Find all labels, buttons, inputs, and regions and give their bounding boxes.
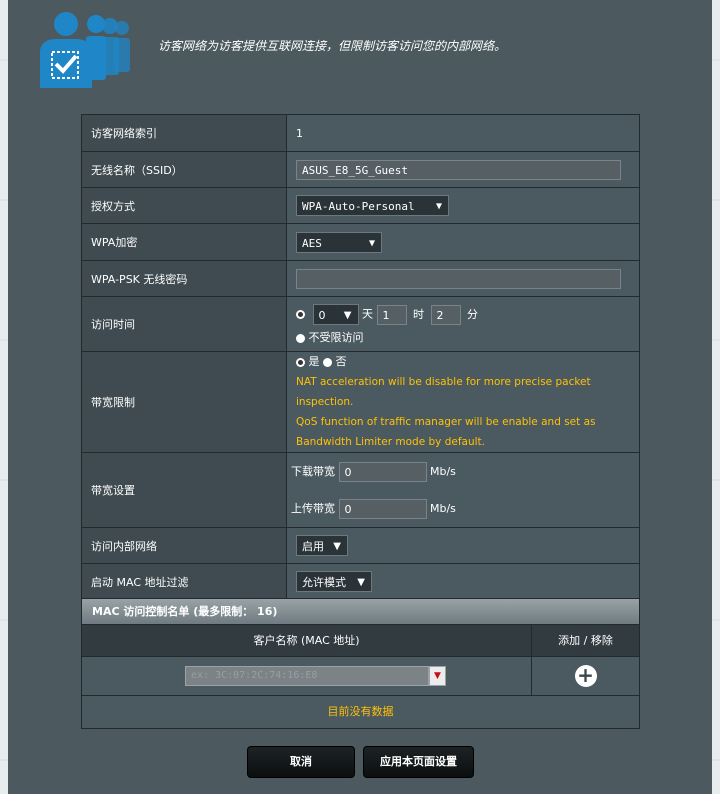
days-unit: 天 xyxy=(362,307,373,321)
chevron-down-icon: ▼ xyxy=(357,577,365,588)
timed-access-radio[interactable] xyxy=(296,310,305,319)
chevron-down-icon: ▼ xyxy=(343,310,352,321)
bandwidth-limit-label: 带宽限制 xyxy=(81,351,287,453)
minutes-unit: 分 xyxy=(467,307,478,321)
mac-list-empty-message: 目前没有数据 xyxy=(81,696,640,729)
encryption-label: WPA加密 xyxy=(81,223,287,261)
bandwidth-limit-no-radio[interactable] xyxy=(323,357,332,367)
download-label: 下载带宽 xyxy=(291,464,335,478)
index-label: 访客网络索引 xyxy=(81,114,287,152)
auth-label: 授权方式 xyxy=(81,187,287,224)
row-psk: WPA-PSK 无线密码 xyxy=(81,260,640,297)
download-bandwidth-input[interactable]: 0 xyxy=(338,461,427,482)
mac-list-title: MAC 访问控制名单 (最多限制： 16) xyxy=(81,598,640,625)
mac-list-header: 客户名称 (MAC 地址) 添加 / 移除 xyxy=(81,625,640,657)
chevron-down-icon: ▼ xyxy=(368,237,375,249)
mac-filter-label: 启动 MAC 地址过滤 xyxy=(81,563,287,600)
chevron-down-icon: ▼ xyxy=(435,201,442,212)
row-access-time: 访问时间 0 ▼ 天 1 时 2 分 不受限访问 xyxy=(81,296,640,352)
intranet-value: 启用 xyxy=(302,540,324,553)
download-unit: Mb/s xyxy=(430,464,456,478)
bandwidth-setting-label: 带宽设置 xyxy=(81,452,287,528)
upload-label: 上传带宽 xyxy=(291,501,335,515)
cancel-button[interactable]: 取消 xyxy=(247,746,355,778)
upload-bandwidth-input[interactable]: 0 xyxy=(338,498,427,519)
page-description: 访客网络为访客提供互联网连接，但限制访客访问您的内部网络。 xyxy=(158,39,507,53)
hours-input[interactable]: 1 xyxy=(376,304,407,325)
days-select[interactable]: 0 ▼ xyxy=(312,304,359,325)
add-circle-icon[interactable]: + xyxy=(574,665,597,687)
intranet-select[interactable]: 启用 ▼ xyxy=(296,535,348,556)
index-value: 1 xyxy=(286,114,640,152)
row-encryption: WPA加密 AES ▼ xyxy=(81,223,640,261)
guest-network-users-icon xyxy=(40,12,130,88)
hours-unit: 时 xyxy=(413,307,424,321)
encryption-select[interactable]: AES ▼ xyxy=(296,231,382,253)
bandwidth-limit-yes-label: 是 xyxy=(308,355,320,368)
row-auth: 授权方式 WPA-Auto-Personal ▼ xyxy=(81,187,640,224)
row-intranet: 访问内部网络 启用 ▼ xyxy=(81,527,640,564)
qos-note: QoS function of traffic manager will be … xyxy=(296,416,596,448)
row-bandwidth-setting: 带宽设置 下载带宽 0 Mb/s 上传带宽 0 Mb/s xyxy=(81,452,640,528)
minutes-input[interactable]: 2 xyxy=(430,304,461,325)
intranet-label: 访问内部网络 xyxy=(81,527,287,564)
ssid-input[interactable]: ASUS_E8_5G_Guest xyxy=(296,159,621,180)
client-column-header: 客户名称 (MAC 地址) xyxy=(82,625,532,656)
client-dropdown-button[interactable]: ▼ xyxy=(429,666,446,686)
mac-filter-select[interactable]: 允许模式 ▼ xyxy=(296,571,372,592)
psk-label: WPA-PSK 无线密码 xyxy=(81,260,287,297)
mac-input-row: ex: 3C:07:2C:74:16:E8 ▼ + xyxy=(81,657,640,696)
row-index: 访客网络索引 1 xyxy=(81,114,640,152)
days-value: 0 xyxy=(318,309,326,322)
unlimited-access-label: 不受限访问 xyxy=(308,331,364,344)
nat-acceleration-note: NAT acceleration will be disable for mor… xyxy=(296,376,591,408)
unlimited-access-radio[interactable] xyxy=(296,333,305,343)
guest-settings-table: 访客网络索引 1 无线名称（SSID） ASUS_E8_5G_Guest 授权方… xyxy=(81,114,640,600)
auth-method-select[interactable]: WPA-Auto-Personal ▼ xyxy=(296,195,449,216)
bandwidth-limit-yes-radio[interactable] xyxy=(296,357,305,367)
access-time-label: 访问时间 xyxy=(81,296,287,352)
row-ssid: 无线名称（SSID） ASUS_E8_5G_Guest xyxy=(81,151,640,188)
mac-address-input[interactable]: ex: 3C:07:2C:74:16:E8 xyxy=(185,666,429,686)
encryption-value: AES xyxy=(302,236,322,250)
row-mac-filter: 启动 MAC 地址过滤 允许模式 ▼ xyxy=(81,563,640,600)
upload-unit: Mb/s xyxy=(430,501,456,515)
apply-button[interactable]: 应用本页面设置 xyxy=(363,746,474,778)
auth-method-value: WPA-Auto-Personal xyxy=(302,200,415,213)
psk-input[interactable] xyxy=(296,268,621,289)
mac-access-list: MAC 访问控制名单 (最多限制： 16) 客户名称 (MAC 地址) 添加 /… xyxy=(81,598,640,729)
row-bandwidth-limit: 带宽限制 是 否 NAT acceleration will be disabl… xyxy=(81,351,640,453)
mac-filter-value: 允许模式 xyxy=(302,576,346,589)
action-column-header: 添加 / 移除 xyxy=(558,634,613,647)
ssid-label: 无线名称（SSID） xyxy=(81,151,287,188)
bandwidth-limit-no-label: 否 xyxy=(335,355,347,368)
chevron-down-icon: ▼ xyxy=(333,541,341,552)
